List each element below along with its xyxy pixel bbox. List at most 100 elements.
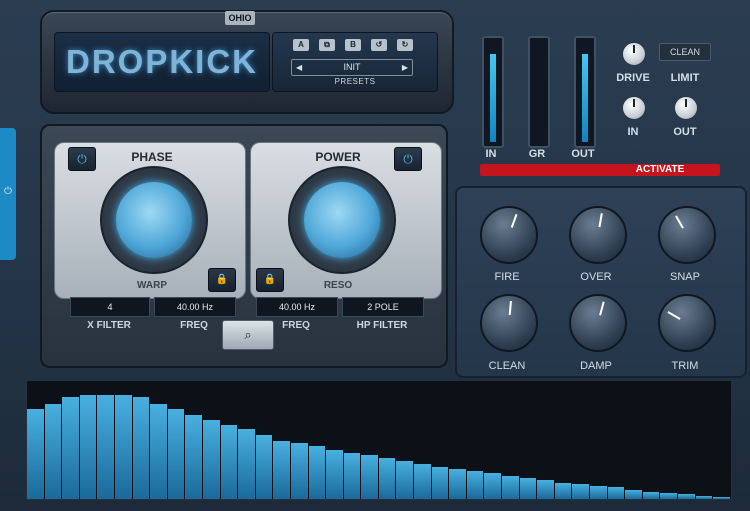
in-gain-knob[interactable] (622, 96, 646, 120)
spectrum-bar (449, 469, 466, 499)
app-logo: DROPKICK (65, 43, 258, 80)
spectrum-bar (537, 480, 554, 499)
preset-b-button[interactable]: B (345, 39, 361, 51)
clean-knob[interactable] (480, 294, 538, 352)
spectrum-bar (361, 455, 378, 499)
power-label: POWER (315, 150, 361, 164)
spectrum-bar (572, 484, 589, 499)
spectrum-bar (660, 493, 677, 499)
snap-knob[interactable] (658, 206, 716, 264)
clean-label: CLEAN (488, 360, 526, 372)
spectrum-bar (150, 404, 167, 499)
power-knob-center (304, 182, 380, 258)
out-meter-fill (582, 54, 588, 142)
reso-label: RESO (323, 280, 353, 291)
left-filter-power-button[interactable]: ⏻ (68, 147, 96, 171)
spectrum-bar (378, 458, 396, 499)
undo-button[interactable]: ↺ (371, 39, 387, 51)
x-filter-value[interactable]: 4 (70, 297, 150, 317)
spectrum-bar (97, 395, 114, 499)
power-knob[interactable] (288, 166, 396, 274)
spectrum-bar (677, 494, 695, 499)
spectrum-bar (44, 404, 62, 499)
spectrum-bar (255, 435, 273, 499)
spectrum-bar (185, 415, 202, 499)
preset-panel: A ⧉ B ↺ ↻ ◀ INIT ▶ PRESETS (272, 32, 438, 92)
trim-label: TRIM (671, 360, 699, 372)
right-freq-value[interactable]: 40.00 Hz (256, 297, 338, 317)
spectrum-bar (273, 441, 290, 499)
spectrum-bar (625, 490, 642, 499)
hp-filter-label: HP FILTER (356, 320, 408, 331)
left-lock-icon[interactable]: 🔒 (208, 268, 236, 292)
plugin-window: ⏻ OHIO DROPKICK A ⧉ B ↺ ↻ ◀ INIT ▶ PRESE… (0, 0, 750, 511)
mode-chip[interactable]: CLEAN (659, 43, 711, 61)
in-meter-label: IN (485, 148, 497, 160)
spectrum-bar (642, 492, 660, 499)
activate-label[interactable]: ACTIVATE (600, 164, 720, 176)
warp-label: WARP (137, 280, 167, 291)
snap-label: SNAP (670, 271, 700, 283)
spectrum-bar (132, 397, 150, 499)
spectrum-bar (554, 483, 572, 499)
presets-caption: PRESETS (334, 77, 376, 86)
spectrum-bar (220, 425, 238, 499)
preset-name: INIT (343, 62, 361, 72)
preset-copy-button[interactable]: ⧉ (319, 39, 335, 51)
out-gain-knob[interactable] (674, 96, 698, 120)
damp-label: DAMP (580, 360, 612, 372)
damp-knob[interactable] (569, 294, 627, 352)
over-label: OVER (580, 271, 612, 283)
spectrum-bar (238, 429, 255, 499)
side-power-icon[interactable]: ⏻ (2, 186, 14, 200)
spectrum-bar (202, 420, 220, 499)
preset-next-icon[interactable]: ▶ (402, 60, 408, 75)
spectrum-display (26, 380, 732, 500)
limit-label: LIMIT (670, 72, 700, 84)
spectrum-bar (607, 487, 625, 499)
in-meter (482, 36, 504, 148)
spectrum-bar (466, 471, 484, 499)
phase-label: PHASE (131, 150, 173, 164)
redo-button[interactable]: ↻ (397, 39, 413, 51)
over-knob[interactable] (569, 206, 627, 264)
spectrum-bar (590, 486, 607, 499)
in-gain-label: IN (627, 126, 639, 138)
out-gain-label: OUT (673, 126, 697, 138)
spectrum-bar (484, 473, 502, 499)
drive-knob[interactable] (622, 42, 646, 66)
spectrum-bar (502, 476, 519, 499)
search-icon: ⌕ (244, 327, 252, 342)
spectrum-bar (308, 446, 326, 499)
out-meter-label: OUT (571, 148, 595, 160)
trim-knob[interactable] (658, 294, 716, 352)
spectrum-bar (326, 450, 343, 499)
spectrum-bar (114, 395, 132, 499)
phase-knob-center (116, 182, 192, 258)
drive-label: DRIVE (616, 72, 650, 84)
gr-meter-label: GR (528, 148, 546, 160)
spectrum-bar (713, 497, 730, 499)
spectrum-bar (431, 467, 449, 499)
spectrum-bar (695, 496, 713, 499)
gr-meter (528, 36, 550, 148)
logo-display: DROPKICK (54, 32, 270, 92)
phase-knob[interactable] (100, 166, 208, 274)
preset-prev-icon[interactable]: ◀ (296, 60, 302, 75)
search-button[interactable]: ⌕ (222, 320, 274, 350)
spectrum-bar (519, 478, 537, 499)
in-meter-fill (490, 54, 496, 142)
preset-select[interactable]: ◀ INIT ▶ (291, 59, 413, 76)
spectrum-bar (414, 464, 431, 499)
out-meter (574, 36, 596, 148)
left-freq-value[interactable]: 40.00 Hz (154, 297, 236, 317)
hp-filter-value[interactable]: 2 POLE (342, 297, 424, 317)
right-lock-icon[interactable]: 🔒 (256, 268, 284, 292)
spectrum-bar (27, 409, 44, 499)
right-filter-power-button[interactable]: ⏻ (394, 147, 422, 171)
spectrum-bar (290, 443, 308, 499)
spectrum-bar (62, 397, 79, 499)
fire-knob[interactable] (480, 206, 538, 264)
preset-a-button[interactable]: A (293, 39, 309, 51)
fire-label: FIRE (494, 271, 520, 283)
